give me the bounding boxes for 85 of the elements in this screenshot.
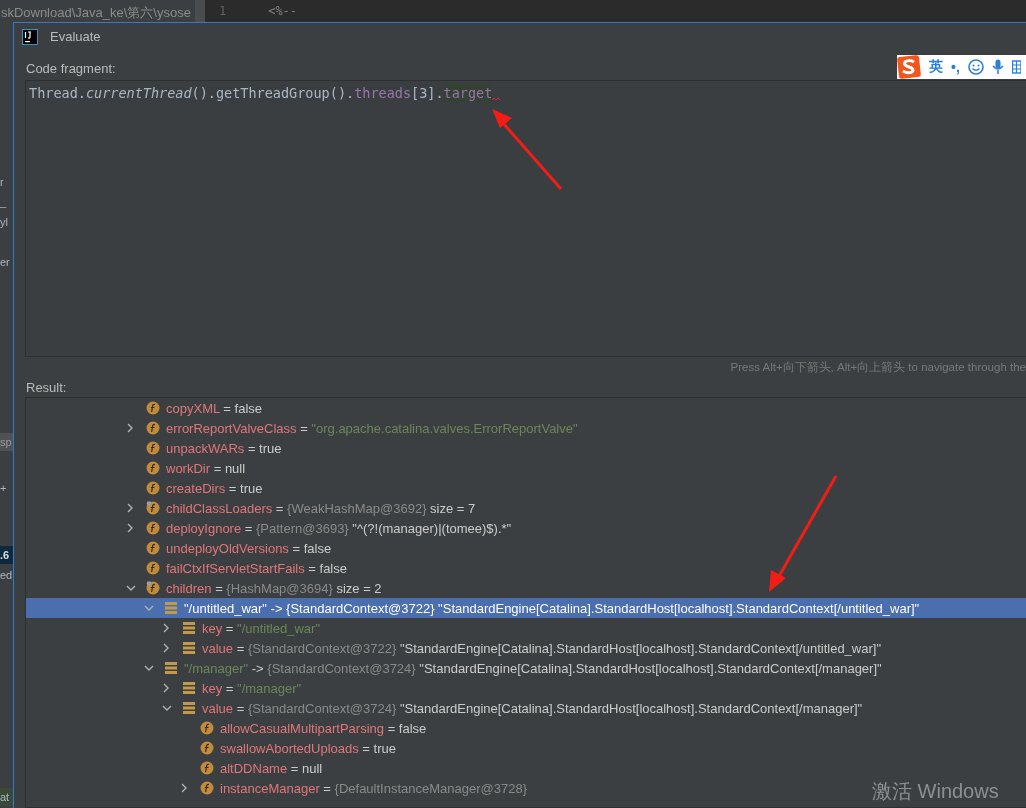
tree-row-text: unpackWARs = true: [166, 440, 282, 456]
input-method-logo-icon[interactable]: [897, 55, 921, 79]
field-icon: [146, 581, 160, 595]
tree-row-text: instanceManager = {DefaultInstanceManager@3728}: [220, 780, 527, 796]
tree-row-text: "/manager" -> {StandardContext@3724} "StandardEngine[Catalina].StandardHost[localhost].StandardContext[/manager]": [184, 660, 882, 676]
punctuation-indicator[interactable]: •,: [951, 59, 960, 75]
tree-row-text: deployIgnore = {Pattern@3693} "^(?!(manager)|(tomee)$).*": [166, 520, 512, 536]
field-icon: [146, 421, 160, 435]
tree-row[interactable]: undeployOldVersions = false: [26, 538, 332, 558]
tree-row-text: "/untitled_war" -> {StandardContext@3722} "StandardEngine[Catalina].StandardHost[localhost].StandardContext[/untitled_war]": [184, 600, 920, 616]
tree-row-text: undeployOldVersions = false: [166, 540, 332, 556]
tree-row[interactable]: copyXML = false: [26, 398, 262, 418]
language-indicator[interactable]: 英: [929, 58, 943, 76]
tree-row[interactable]: allowCasualMultipartParsing = false: [26, 718, 427, 738]
tree-row[interactable]: key = "/manager": [26, 678, 302, 698]
panel-text-fragment: +: [0, 481, 8, 496]
tree-row[interactable]: swallowAbortedUploads = true: [26, 738, 396, 758]
tree-row-text: failCtxIfServletStartFails = false: [166, 560, 347, 576]
tree-row[interactable]: "/untitled_war" -> {StandardContext@3722} "StandardEngine[Catalina].StandardHost[localhost].StandardContext[/untitled_war]": [26, 598, 1026, 618]
panel-text-fragment: _: [0, 195, 8, 210]
panel-text-fragment: yl: [0, 215, 9, 230]
field-icon: [146, 441, 160, 455]
dialog-title: Evaluate: [50, 29, 101, 44]
code-line: <%--: [268, 4, 298, 18]
tree-row-text: swallowAbortedUploads = true: [220, 740, 396, 756]
tree-row[interactable]: value = {StandardContext@3724} "StandardEngine[Catalina].StandardHost[localhost].StandardContext[/manager]": [26, 698, 863, 718]
tree-row-text: createDirs = true: [166, 480, 263, 496]
panel-text-fragment: ed: [0, 568, 13, 583]
tree-row[interactable]: "/manager" -> {StandardContext@3724} "StandardEngine[Catalina].StandardHost[localhost].StandardContext[/manager]": [26, 658, 882, 678]
tree-row[interactable]: failCtxIfServletStartFails = false: [26, 558, 347, 578]
panel-text-fragment: sp: [0, 433, 13, 451]
tree-row[interactable]: instanceManager = {DefaultInstanceManager@3728}: [26, 778, 527, 798]
field-icon: [200, 761, 214, 775]
error-squiggle-icon: [492, 97, 501, 101]
map-entry-icon: [164, 662, 178, 674]
map-entry-icon: [182, 702, 196, 714]
field-icon: [146, 401, 160, 415]
field-icon: [146, 561, 160, 575]
tree-row-text: childClassLoaders = {WeakHashMap@3692} size = 7: [166, 500, 476, 516]
tree-row-text: value = {StandardContext@3722} "StandardEngine[Catalina].StandardHost[localhost].StandardContext[/untitled_war]": [202, 640, 882, 656]
field-icon: [146, 501, 160, 515]
keyboard-icon[interactable]: [1011, 60, 1021, 74]
code-editor[interactable]: Thread.currentThread().getThreadGroup().threads[3].target: [25, 80, 1026, 357]
result-label: Result:: [26, 380, 67, 395]
microphone-icon[interactable]: [991, 59, 1004, 75]
map-entry-icon: [182, 682, 196, 694]
panel-text-fragment: at: [0, 788, 13, 806]
tree-row[interactable]: childClassLoaders = {WeakHashMap@3692} size = 7: [26, 498, 476, 518]
tree-row-text: errorReportValveClass = "org.apache.catalina.valves.ErrorReportValve": [166, 420, 578, 436]
tree-row[interactable]: altDDName = null: [26, 758, 323, 778]
tree-row[interactable]: children = {HashMap@3694} size = 2: [26, 578, 382, 598]
tree-row[interactable]: key = "/untitled_war": [26, 618, 320, 638]
panel-text-fragment: r: [0, 175, 5, 190]
panel-text-fragment: er: [0, 255, 11, 270]
panel-text-fragment: .6: [0, 546, 13, 564]
field-icon: [146, 461, 160, 475]
field-icon: [200, 781, 214, 795]
tree-row-text: children = {HashMap@3694} size = 2: [166, 580, 382, 596]
field-icon: [146, 521, 160, 535]
tree-row-text: workDir = null: [166, 460, 246, 476]
tree-row[interactable]: errorReportValveClass = "org.apache.catalina.valves.ErrorReportValve": [26, 418, 578, 438]
tree-row[interactable]: unpackWARs = true: [26, 438, 282, 458]
tree-row[interactable]: workDir = null: [26, 458, 246, 478]
tree-row-text: copyXML = false: [166, 400, 262, 416]
field-icon: [200, 741, 214, 755]
tree-row-text: key = "/untitled_war": [202, 620, 320, 636]
map-entry-icon: [182, 642, 196, 654]
field-icon: [200, 721, 214, 735]
tree-row[interactable]: createDirs = true: [26, 478, 263, 498]
tree-row[interactable]: deployIgnore = {Pattern@3693} "^(?!(manager)|(tomee)$).*": [26, 518, 512, 538]
tree-row-text: value = {StandardContext@3724} "StandardEngine[Catalina].StandardHost[localhost].StandardContext[/manager]": [202, 700, 863, 716]
scrollbar[interactable]: [194, 0, 205, 22]
tree-row[interactable]: value = {StandardContext@3722} "StandardEngine[Catalina].StandardHost[localhost].StandardContext[/untitled_war]": [26, 638, 882, 658]
smiley-icon[interactable]: [967, 59, 984, 75]
tree-row-text: altDDName = null: [220, 760, 323, 776]
tree-row-text: allowCasualMultipartParsing = false: [220, 720, 427, 736]
line-number: 1: [218, 4, 227, 18]
field-icon: [146, 541, 160, 555]
activation-notice: 激活 Windows: [872, 779, 999, 804]
app-logo-icon: [22, 28, 38, 45]
map-entry-icon: [164, 602, 178, 614]
field-icon: [146, 481, 160, 495]
tree-row-text: key = "/manager": [202, 680, 302, 696]
map-entry-icon: [182, 622, 196, 634]
code-fragment-label: Code fragment:: [26, 61, 116, 76]
